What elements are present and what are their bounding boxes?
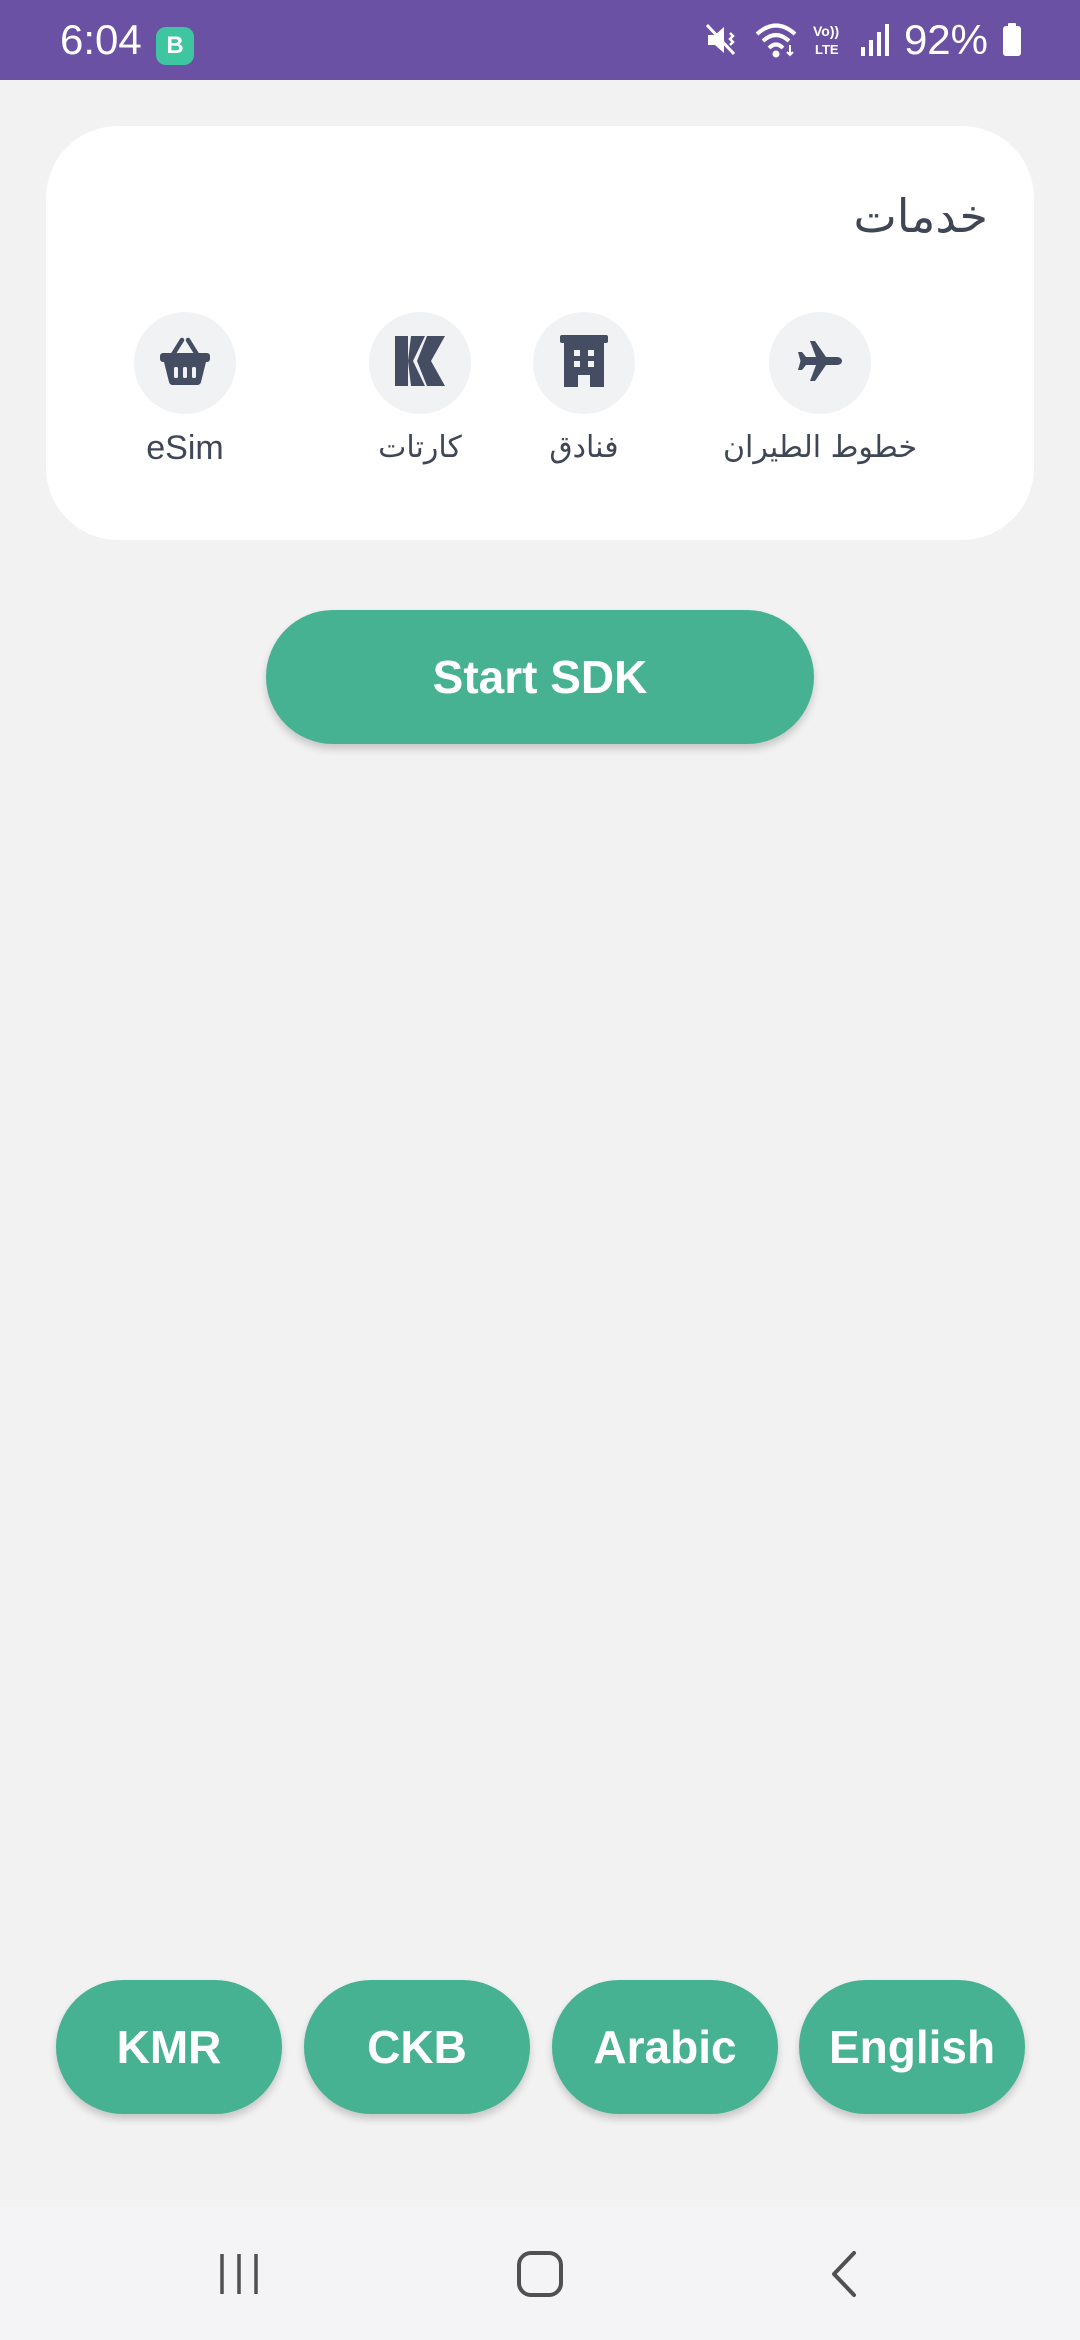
wifi-icon — [754, 21, 798, 59]
recent-apps-icon[interactable] — [199, 2242, 279, 2306]
start-sdk-button[interactable]: Start SDK — [266, 610, 814, 744]
service-esim[interactable]: eSim — [67, 312, 303, 482]
status-icons: Vo)) LTE 92% — [704, 14, 1022, 66]
airplane-icon — [793, 334, 847, 392]
card-k-logo-icon — [393, 334, 447, 392]
back-icon[interactable] — [804, 2242, 884, 2306]
status-bar: 6:04 B Vo)) LTE 92% — [0, 0, 1080, 80]
service-airlines[interactable]: خطوط الطيران — [702, 312, 938, 482]
status-time: 6:04 — [60, 16, 142, 63]
language-kmr-button[interactable]: KMR — [56, 1980, 282, 2114]
service-circle — [134, 312, 236, 414]
service-label: كارتات — [378, 430, 462, 465]
service-circle — [369, 312, 471, 414]
battery-percentage: 92% — [903, 16, 988, 63]
signal-icon — [860, 23, 890, 57]
svg-text:LTE: LTE — [815, 42, 839, 57]
language-ckb-button[interactable]: CKB — [304, 1980, 530, 2114]
hotel-building-icon — [557, 333, 611, 393]
app-notification-icon: B — [156, 27, 194, 65]
service-circle — [533, 312, 635, 414]
battery-icon — [1002, 23, 1022, 57]
service-cards[interactable]: كارتات — [302, 312, 538, 482]
service-circle — [769, 312, 871, 414]
language-english-button[interactable]: English — [799, 1980, 1025, 2114]
volte-icon: Vo)) LTE — [812, 21, 846, 59]
services-card: خدمات خطوط الطيران فنادق كارتات eSim — [46, 126, 1034, 540]
navigation-bar — [0, 2206, 1080, 2340]
shopping-basket-icon — [158, 336, 212, 390]
language-arabic-button[interactable]: Arabic — [552, 1980, 778, 2114]
svg-text:Vo)): Vo)) — [813, 23, 839, 39]
home-icon[interactable] — [500, 2242, 580, 2306]
mute-vibrate-icon — [704, 22, 740, 58]
service-label: eSim — [146, 429, 224, 467]
services-title: خدمات — [853, 189, 988, 243]
service-label: خطوط الطيران — [723, 430, 917, 465]
